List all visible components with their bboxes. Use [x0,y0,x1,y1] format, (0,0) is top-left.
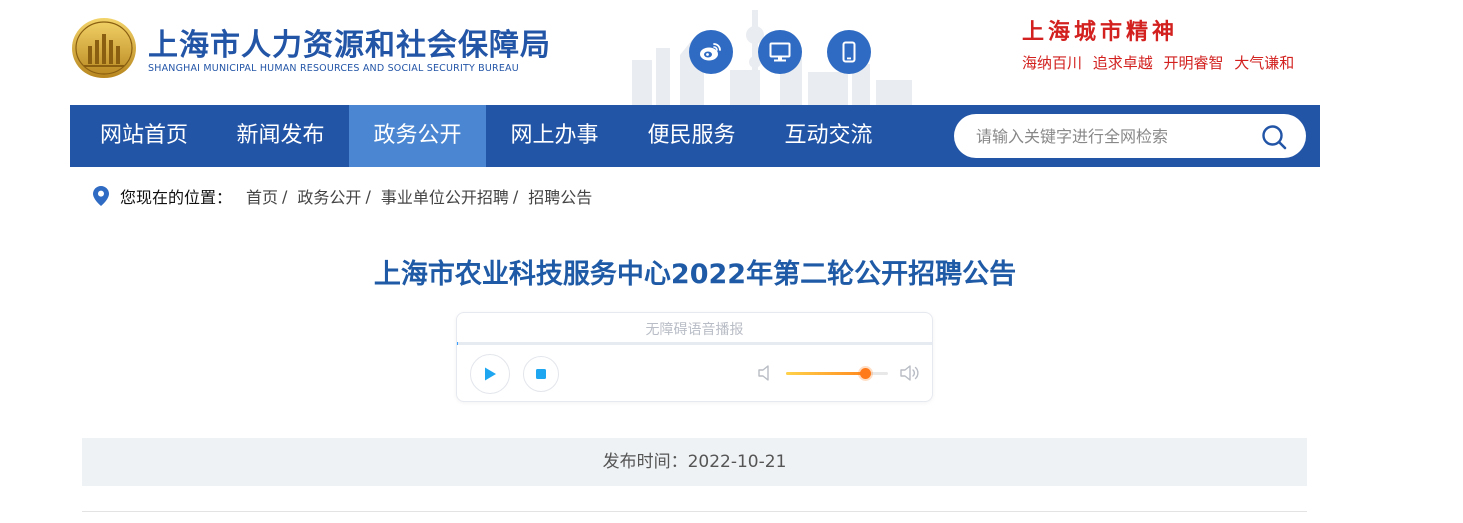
breadcrumb-item-announcement[interactable]: 招聘公告 [528,184,592,208]
desktop-version-button[interactable] [758,30,802,74]
play-icon [485,367,496,381]
mobile-version-button[interactable] [827,30,871,74]
article-title: 上海市农业科技服务中心2022年第二轮公开招聘公告 [373,259,1017,290]
breadcrumb-item-home[interactable]: 首页 [246,184,278,208]
divider [82,511,1307,512]
desktop-icon [769,42,791,62]
bureau-logo-icon[interactable] [70,16,138,80]
site-subtitle: SHANGHAI MUNICIPAL HUMAN RESOURCES AND S… [148,63,519,74]
nav-item-home[interactable]: 网站首页 [70,105,218,167]
volume-slider[interactable] [786,368,888,379]
nav-item-online-services[interactable]: 网上办事 [486,105,623,167]
play-button[interactable] [470,354,510,394]
volume-up-icon[interactable] [899,363,921,383]
volume-slider-fill [786,372,865,375]
weibo-button[interactable] [689,30,733,74]
breadcrumb-separator: / [282,186,288,206]
search-input[interactable] [976,114,1256,158]
site-header: 上海市人力资源和社会保障局 SHANGHAI MUNICIPAL HUMAN R… [0,0,1463,105]
search-icon[interactable] [1260,123,1288,151]
breadcrumb: 您现在的位置： 首页 / 政务公开 / 事业单位公开招聘 / 招聘公告 [92,184,592,208]
mobile-icon [842,41,856,63]
breadcrumb-label: 您现在的位置： [120,188,233,207]
stop-icon [536,369,546,379]
playback-progress-fill [457,342,459,345]
nav-item-interaction[interactable]: 互动交流 [760,105,897,167]
playback-progress-bar[interactable] [457,342,932,345]
player-title: 无障碍语音播报 [645,322,744,338]
nav-item-news[interactable]: 新闻发布 [212,105,349,167]
weibo-icon [700,43,721,61]
city-spirit-title: 上海城市精神 [1022,19,1179,45]
accessibility-audio-player: 无障碍语音播报 [456,312,933,402]
breadcrumb-separator: / [365,186,371,206]
site-title: 上海市人力资源和社会保障局 [148,28,551,63]
publish-time: 发布时间：2022-10-21 [82,438,1307,486]
location-pin-icon [93,186,109,206]
volume-slider-handle[interactable] [859,368,871,379]
breadcrumb-separator: / [512,186,519,206]
nav-item-public-services[interactable]: 便民服务 [623,105,760,167]
stop-button[interactable] [523,356,559,392]
page: 上海市人力资源和社会保障局 SHANGHAI MUNICIPAL HUMAN R… [0,0,1463,523]
search-box [954,114,1306,158]
breadcrumb-item-recruitment[interactable]: 事业单位公开招聘 [381,184,509,208]
nav-item-government-affairs[interactable]: 政务公开 [349,105,486,167]
breadcrumb-item-government-affairs[interactable]: 政务公开 [297,184,361,208]
main-nav: 网站首页 新闻发布 政务公开 网上办事 便民服务 互动交流 [70,105,1320,167]
city-spirit-motto: 海纳百川 追求卓越 开明睿智 大气谦和 [1022,54,1295,72]
volume-mute-icon[interactable] [757,363,775,383]
